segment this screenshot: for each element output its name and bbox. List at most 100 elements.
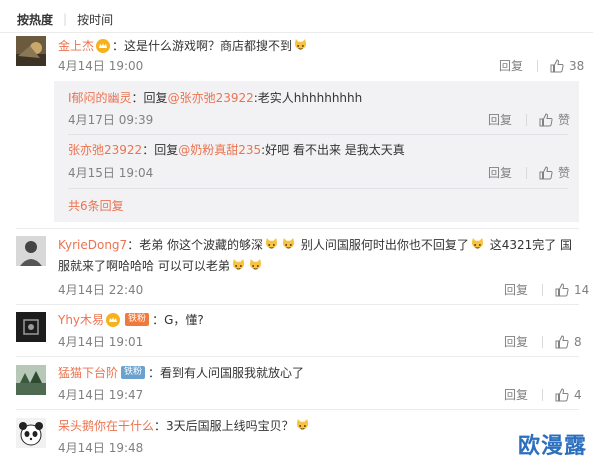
comment-text: 别人问国服何时出你也不回复了	[300, 238, 469, 252]
like-button[interactable]: 赞	[539, 112, 570, 128]
divider	[16, 304, 579, 305]
reply-username[interactable]: 张亦弛23922	[68, 143, 142, 157]
comment-time: 4月14日 22:40	[58, 283, 144, 297]
more-replies-label[interactable]: 共6条回复	[68, 199, 124, 213]
thumbs-up-icon	[539, 166, 553, 180]
comment-actions: 回复 38	[499, 58, 584, 74]
cat-face-emoji	[295, 418, 310, 433]
divider	[526, 167, 528, 179]
reply-button[interactable]: 回复	[504, 387, 528, 403]
reply-prefix: ：回复	[142, 143, 179, 157]
fan-badge: 铁粉	[125, 313, 150, 326]
reply-button[interactable]: 回复	[504, 282, 528, 298]
divider	[526, 114, 528, 126]
cat-face-emoji	[264, 237, 279, 252]
avatar[interactable]	[16, 365, 46, 395]
avatar[interactable]	[16, 36, 46, 66]
username[interactable]: Yhy木易	[58, 313, 104, 327]
divider	[16, 409, 579, 410]
like-count: 38	[569, 59, 585, 73]
cat-face-emoji	[281, 237, 296, 252]
avatar[interactable]	[16, 236, 46, 266]
thumbs-up-icon	[555, 283, 569, 297]
comment-line: KyrieDong7：老弟 你这个波藏的够深 别人问国服何时出你也不回复了 这4…	[58, 237, 572, 253]
reply-button[interactable]: 回复	[488, 112, 512, 128]
comment-line: 呆头鹅你在干什么：3天后国服上线吗宝贝？	[58, 418, 311, 434]
comment-time: 4月14日 19:01	[58, 335, 144, 349]
comment-text: 这4321完了 国	[489, 238, 573, 252]
comment-line: 金上杰 ：这是什么游戏啊？商店都搜不到	[58, 38, 309, 54]
divider	[542, 389, 544, 401]
mention-link[interactable]: @奶粉真甜235	[178, 143, 261, 157]
like-count: 4	[574, 388, 582, 402]
comment-text: ：老弟 你这个波藏的够深	[127, 238, 264, 252]
mention-link[interactable]: @张亦弛23922	[168, 91, 254, 105]
cat-face-emoji	[248, 258, 263, 273]
vip-crown-icon	[96, 38, 111, 53]
comment-text: ：3天后国服上线吗宝贝？	[154, 419, 294, 433]
cat-face-emoji	[231, 258, 246, 273]
like-count: 14	[574, 283, 590, 297]
divider	[537, 60, 539, 72]
divider	[542, 336, 544, 348]
comment-actions: 回复 4	[504, 387, 582, 403]
comment-line: Yhy木易 铁粉 ：G，懂?	[58, 312, 204, 328]
reply-button[interactable]: 回复	[488, 165, 512, 181]
comment-text: ：G，懂?	[152, 313, 204, 327]
watermark-logo: 欧漫露	[517, 434, 587, 459]
divider	[16, 228, 579, 229]
like-button[interactable]: 4	[555, 387, 582, 403]
comment-actions: 回复 8	[504, 334, 582, 350]
reply-actions: 回复 赞	[488, 165, 570, 181]
comment-text: 服就来了啊哈哈哈 可以可以老弟	[58, 259, 230, 273]
divider	[68, 188, 568, 189]
comment-text: ：看到有人问国服我就放心了	[148, 366, 305, 380]
like-button[interactable]: 38	[550, 58, 584, 74]
reply-line: I郁闷的幽灵：回复@张亦弛23922:老实人hhhhhhhhh	[68, 90, 362, 106]
comment-time: 4月14日 19:00	[58, 59, 144, 73]
more-replies-link[interactable]: 共6条回复	[68, 198, 124, 214]
username[interactable]: 猛猫下台阶	[58, 366, 118, 380]
divider	[0, 32, 593, 33]
thumbs-up-icon	[555, 335, 569, 349]
username[interactable]: 呆头鹅你在干什么	[58, 419, 154, 433]
sort-by-hot[interactable]: 按热度	[17, 11, 53, 28]
like-button[interactable]: 8	[555, 334, 582, 350]
sort-separator: |	[63, 12, 68, 26]
like-button[interactable]: 赞	[539, 165, 570, 181]
sort-bar: 按热度 | 按时间	[17, 10, 113, 28]
divider	[16, 356, 579, 357]
username[interactable]: 金上杰	[58, 39, 94, 53]
like-label: 赞	[558, 113, 571, 127]
divider	[68, 134, 568, 135]
vip-crown-icon	[106, 312, 121, 327]
reply-time: 4月15日 19:04	[68, 166, 154, 180]
cat-face-emoji	[470, 237, 485, 252]
reply-button[interactable]: 回复	[504, 334, 528, 350]
comment-time: 4月14日 19:47	[58, 388, 144, 402]
comment-line: 猛猫下台阶 铁粉 ：看到有人问国服我就放心了	[58, 365, 304, 381]
reply-username[interactable]: I郁闷的幽灵	[68, 91, 132, 105]
reply-line: 张亦弛23922：回复@奶粉真甜235:好吧 看不出来 是我太天真	[68, 142, 405, 158]
like-button[interactable]: 14	[555, 282, 589, 298]
like-label: 赞	[558, 166, 571, 180]
avatar[interactable]	[16, 418, 46, 448]
comment-text: ：这是什么游戏啊？商店都搜不到	[112, 39, 293, 53]
divider	[542, 284, 544, 296]
comment-time: 4月14日 19:48	[58, 441, 144, 455]
reply-text: :好吧 看不出来 是我太天真	[261, 143, 405, 157]
avatar[interactable]	[16, 312, 46, 342]
reply-actions: 回复 赞	[488, 112, 570, 128]
sort-by-time[interactable]: 按时间	[77, 11, 113, 28]
reply-prefix: ：回复	[131, 91, 168, 105]
comment-line: 服就来了啊哈哈哈 可以可以老弟	[58, 258, 264, 274]
reply-text: :老实人hhhhhhhhh	[253, 91, 363, 105]
reply-time: 4月17日 09:39	[68, 113, 154, 127]
username[interactable]: KyrieDong7	[58, 238, 127, 252]
iron-fan-badge: 铁粉	[121, 366, 146, 379]
thumbs-up-icon	[550, 59, 564, 73]
cat-face-emoji	[293, 38, 308, 53]
reply-button[interactable]: 回复	[499, 58, 523, 74]
comment-actions: 回复 14	[504, 282, 589, 298]
thumbs-up-icon	[539, 113, 553, 127]
